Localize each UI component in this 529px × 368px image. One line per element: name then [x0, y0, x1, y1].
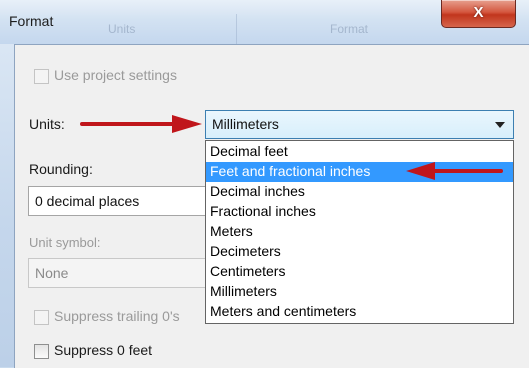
unit-symbol-dropdown[interactable]: None — [28, 258, 210, 288]
units-option-decimeters[interactable]: Decimeters — [206, 242, 513, 262]
option-label: Decimal feet — [210, 143, 288, 159]
units-dropdown[interactable]: Millimeters — [205, 110, 514, 139]
suppress-trailing-checkbox[interactable] — [34, 310, 49, 325]
title-bar: Units Format Format X — [0, 0, 529, 44]
suppress-trailing-label: Suppress trailing 0's — [54, 308, 180, 324]
units-option-centimeters[interactable]: Centimeters — [206, 262, 513, 282]
option-label: Decimeters — [210, 243, 281, 259]
option-label: Fractional inches — [210, 203, 316, 219]
red-arrow-icon — [80, 115, 202, 133]
units-label: Units: — [29, 116, 65, 132]
ghost-separator — [236, 14, 237, 44]
rounding-dropdown[interactable]: 0 decimal places — [28, 186, 210, 216]
close-button[interactable]: X — [441, 0, 516, 28]
units-option-decimal-inches[interactable]: Decimal inches — [206, 182, 513, 202]
units-option-decimal-feet[interactable]: Decimal feet — [206, 142, 513, 162]
ghost-tab-format: Format — [330, 22, 369, 36]
red-arrow-icon — [406, 162, 503, 180]
ghost-tab-units: Units — [108, 22, 136, 36]
suppress-0-feet-checkbox[interactable] — [34, 344, 49, 359]
use-project-settings-label: Use project settings — [54, 67, 177, 83]
option-label: Millimeters — [210, 283, 277, 299]
rounding-label: Rounding: — [29, 161, 93, 177]
close-icon: X — [473, 4, 484, 21]
units-option-fractional-inches[interactable]: Fractional inches — [206, 202, 513, 222]
rounding-value: 0 decimal places — [35, 193, 140, 209]
unit-symbol-label: Unit symbol: — [29, 235, 101, 250]
unit-symbol-value: None — [35, 265, 69, 281]
option-label: Centimeters — [210, 263, 286, 279]
option-label: Meters — [210, 223, 253, 239]
units-option-meters-centimeters[interactable]: Meters and centimeters — [206, 302, 513, 322]
option-label: Feet and fractional inches — [210, 163, 371, 179]
suppress-0-feet-label: Suppress 0 feet — [54, 342, 153, 358]
units-option-millimeters[interactable]: Millimeters — [206, 282, 513, 302]
use-project-settings-checkbox[interactable] — [34, 69, 49, 84]
option-label: Meters and centimeters — [210, 303, 357, 319]
units-option-meters[interactable]: Meters — [206, 222, 513, 242]
units-selected-value: Millimeters — [212, 116, 279, 132]
chevron-down-icon[interactable] — [495, 122, 505, 128]
window-title: Format — [9, 13, 54, 29]
option-label: Decimal inches — [210, 183, 305, 199]
